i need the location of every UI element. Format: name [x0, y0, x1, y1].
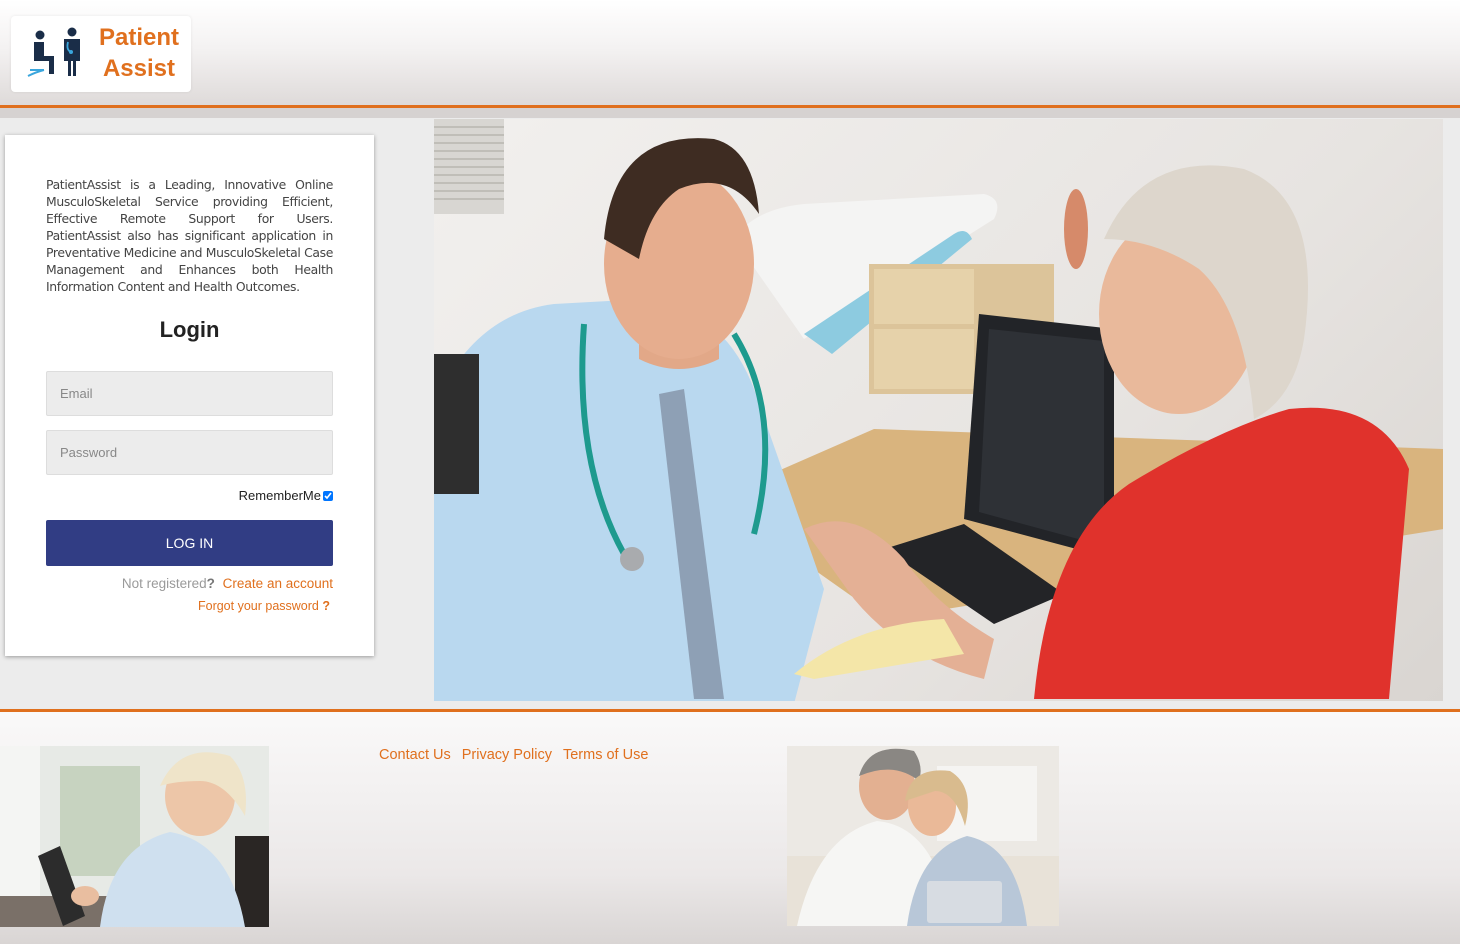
patient-doctor-logo-icon [26, 26, 86, 82]
not-registered-text: Not registered [121, 576, 207, 591]
woman-tablet-image [0, 746, 269, 927]
forgot-password-link[interactable]: Forgot your password ? [198, 599, 330, 613]
logo-text-line2: Assist [102, 55, 176, 82]
header-band [0, 108, 1460, 118]
forgot-password-text: Forgot your password [197, 599, 319, 613]
privacy-policy-link[interactable]: Privacy Policy [462, 747, 552, 763]
footer-links: Contact Us Privacy Policy Terms of Use [379, 747, 648, 763]
not-registered-question-mark: ? [206, 576, 215, 591]
hero-image [434, 119, 1443, 701]
intro-text: PatientAssist is a Leading, Innovative O… [46, 177, 333, 294]
login-card: PatientAssist is a Leading, Innovative O… [5, 135, 374, 656]
logo-text-line1: Patient [98, 24, 179, 51]
logo[interactable]: Patient Assist [11, 16, 191, 92]
register-row: Not registered? Create an account [122, 576, 333, 591]
terms-of-use-link[interactable]: Terms of Use [563, 747, 648, 763]
contact-us-link[interactable]: Contact Us [379, 747, 451, 763]
remember-me-label: RememberMe [238, 488, 321, 503]
create-account-link[interactable]: Create an account [223, 576, 333, 591]
forgot-password-question-mark: ? [322, 599, 330, 613]
forgot-row: Forgot your password ? [198, 599, 330, 613]
couple-tablet-image [787, 746, 1059, 926]
login-button[interactable]: LOG IN [46, 520, 333, 566]
login-title: Login [159, 317, 220, 342]
remember-me[interactable]: RememberMe [239, 488, 333, 503]
email-input[interactable] [46, 371, 333, 416]
header [0, 0, 1460, 106]
logo-text: Patient Assist [89, 22, 189, 84]
password-input[interactable] [46, 430, 333, 475]
remember-me-checkbox[interactable] [323, 490, 333, 501]
